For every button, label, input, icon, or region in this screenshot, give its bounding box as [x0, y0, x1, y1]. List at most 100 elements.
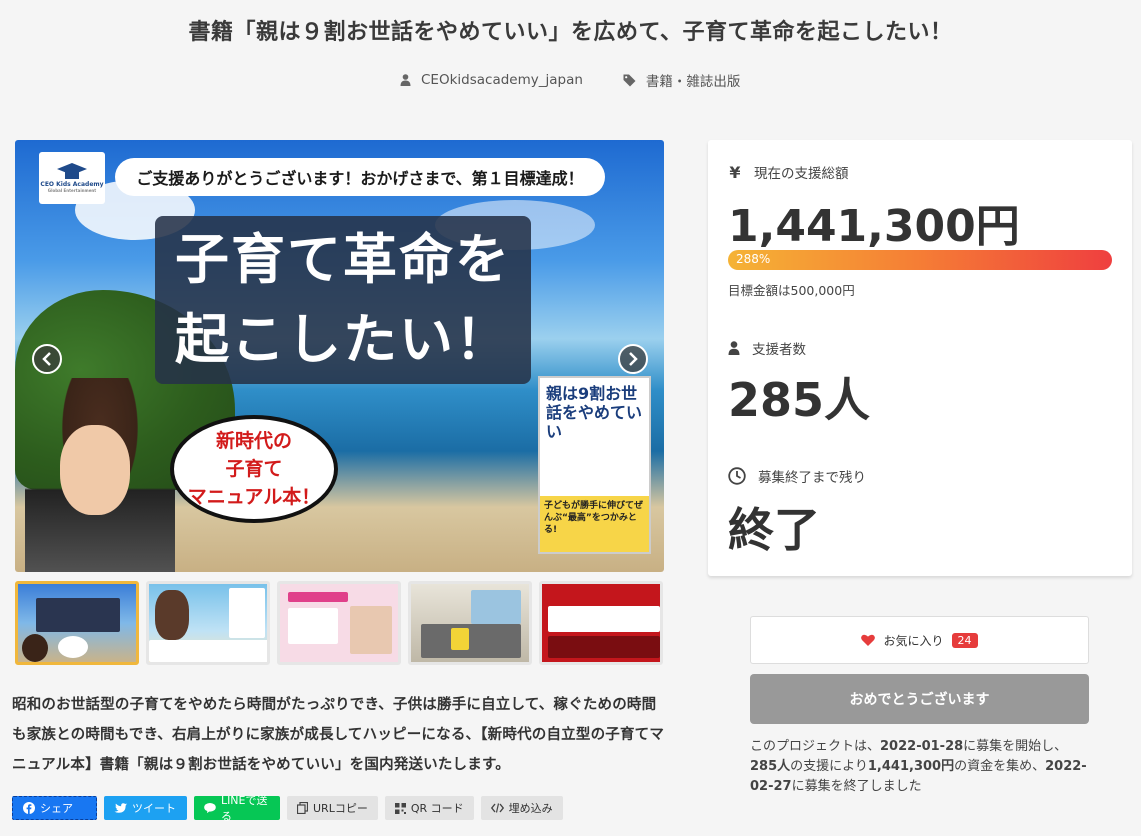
thumbnail-2[interactable] [146, 581, 270, 665]
summary-text: に募集を開始し、 [963, 739, 1068, 754]
chevron-left-icon [42, 352, 51, 366]
facebook-icon [23, 802, 35, 814]
logo-subtext: Global Entertainment [47, 188, 97, 193]
share-bar: シェア ツイート LINEで送る URLコピー QR コード 埋め込み [12, 794, 563, 823]
academy-logo: CEO Kids Academy Global Entertainment [39, 152, 105, 204]
thumb-bubble [58, 636, 88, 658]
thumb-person [22, 634, 48, 662]
supporters-label: 支援者数 [752, 342, 806, 358]
thumb-photo [350, 606, 392, 654]
project-title: 書籍「親は９割お世話をやめていい」を広めて、子育て革命を起こしたい！ [188, 20, 953, 45]
thumb-footer [548, 636, 660, 658]
total-label-row: ¥ 現在の支援総額 [728, 162, 849, 183]
summary-supporters: 285人 [750, 759, 791, 774]
total-amount: 1,441,300円 [728, 201, 1020, 252]
funding-stats-panel: ¥ 現在の支援総額 1,441,300円 288% 目標金額は500,000円 … [708, 140, 1132, 576]
favorite-count: 24 [951, 632, 978, 648]
owner-name: CEOkidsacademy_japan [421, 72, 583, 88]
twitter-share-button[interactable]: ツイート [104, 796, 187, 820]
supporters-count: 285人 [728, 373, 871, 427]
remaining-label-row: 募集終了まで残り [728, 466, 866, 486]
facebook-share-button[interactable]: シェア [12, 796, 97, 820]
book-tagline: 子どもが勝手に伸びてぜんぶ“最高”をつかみとる! [544, 501, 644, 535]
url-copy-button[interactable]: URLコピー [287, 796, 378, 820]
project-summary: このプロジェクトは、2022-01-28に募集を開始し、 285人の支援により1,… [750, 737, 1090, 797]
start-date: 2022-01-28 [880, 739, 964, 754]
bubble-line3: マニュアル本！ [187, 486, 321, 508]
user-icon [400, 74, 411, 86]
thumb-book [229, 588, 265, 638]
goal-amount: 目標金額は500,000円 [728, 283, 855, 298]
chevron-right-icon [629, 352, 638, 366]
speech-bubble: 新時代の 子育て マニュアル本！ [170, 415, 338, 523]
summary-amount: 1,441,300円 [867, 759, 955, 774]
project-description: 昭和のお世話型の子育てをやめたら時間がたっぷりでき、子供は勝手に自立して、稼ぐた… [12, 697, 665, 773]
supporters-label-row: 支援者数 [728, 338, 806, 358]
summary-text: の資金を集め、 [954, 759, 1046, 774]
tag-icon [623, 74, 636, 86]
facebook-share-label: シェア [40, 802, 73, 815]
thumb-headline [36, 598, 120, 632]
summary-text: に募集を終了しました [791, 779, 922, 794]
headline-line2: 起こしたい！ [175, 308, 511, 371]
favorite-label: お気に入り [883, 633, 944, 648]
main-slide-image: CEO Kids Academy Global Entertainment ご支… [15, 140, 664, 572]
code-icon [490, 803, 504, 813]
funding-progress-bar: 288% [728, 250, 1112, 270]
line-icon [204, 803, 216, 814]
clock-icon [728, 467, 746, 485]
thumb-board [471, 590, 521, 624]
thumb-banner [548, 606, 660, 632]
remaining-label: 募集終了まで残り [758, 470, 866, 486]
embed-label: 埋め込み [508, 802, 553, 815]
embed-button[interactable]: 埋め込み [480, 796, 563, 820]
total-label: 現在の支援総額 [754, 166, 849, 182]
category-link[interactable]: 書籍・雑誌出版 [623, 70, 741, 90]
headline: 子育て革命を 起こしたい！ [155, 216, 531, 384]
next-slide-button[interactable] [618, 344, 648, 374]
owner-link[interactable]: CEOkidsacademy_japan [400, 72, 583, 88]
qr-code-label: QR コード [410, 802, 464, 815]
favorite-button[interactable]: お気に入り 24 [750, 616, 1089, 664]
bubble-line2: 子育て [225, 458, 283, 480]
thumb-info [288, 608, 338, 644]
twitter-icon [114, 802, 127, 813]
thumb-title [288, 592, 348, 602]
book-title: 親は9割お世話をやめていい [546, 384, 643, 441]
logo-text: CEO Kids Academy [40, 181, 104, 188]
thanks-banner: ご支援ありがとうございます！おかげさまで、第１目標達成！ [115, 158, 605, 196]
yen-icon: ¥ [729, 162, 741, 182]
line-share-label: LINEで送る [220, 794, 268, 823]
twitter-share-label: ツイート [132, 802, 176, 815]
congratulations-button[interactable]: おめでとうございます [750, 674, 1089, 724]
thumbnail-1[interactable] [15, 581, 139, 665]
thumb-student [451, 628, 469, 650]
heart-icon [861, 634, 876, 646]
category-name: 書籍・雑誌出版 [645, 74, 741, 90]
summary-text: このプロジェクトは、 [750, 739, 881, 754]
thumb-person [155, 590, 189, 640]
author-face [60, 425, 130, 515]
progress-percent: 288% [736, 252, 771, 266]
headline-line1: 子育て革命を [175, 228, 511, 291]
project-meta: CEOkidsacademy_japan 書籍・雑誌出版 [400, 70, 740, 90]
thumb-students [421, 624, 521, 658]
book-band: 子どもが勝手に伸びてぜんぶ“最高”をつかみとる! [540, 496, 649, 552]
qr-code-button[interactable]: QR コード [384, 796, 474, 820]
bubble-line1: 新時代の [215, 430, 292, 452]
thumbnail-strip [15, 581, 663, 665]
url-copy-label: URLコピー [313, 802, 368, 815]
graduation-cap-icon [57, 163, 87, 179]
prev-slide-button[interactable] [32, 344, 62, 374]
line-share-button[interactable]: LINEで送る [194, 794, 280, 823]
summary-text: の支援により [790, 759, 868, 774]
thumb-caption [149, 640, 267, 662]
thumbnail-4[interactable] [408, 581, 532, 665]
thumbnail-3[interactable] [277, 581, 401, 665]
remaining-value: 終了 [728, 503, 820, 557]
book-cover: 親は9割お世話をやめていい 子どもが勝手に伸びてぜんぶ“最高”をつかみとる! [538, 376, 651, 554]
qr-icon [394, 802, 406, 814]
thumbnail-5[interactable] [539, 581, 663, 665]
user-icon [728, 341, 740, 355]
copy-icon [297, 802, 308, 814]
